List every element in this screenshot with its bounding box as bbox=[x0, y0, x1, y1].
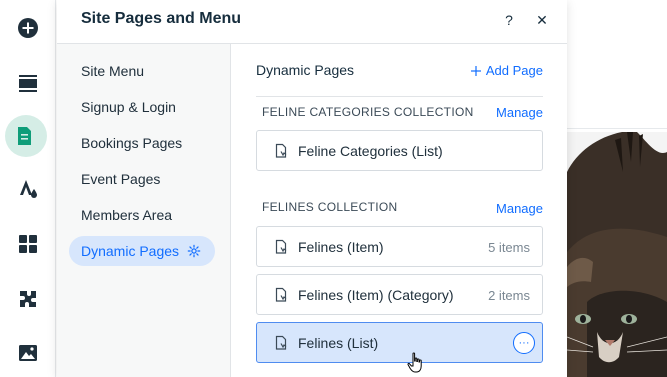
help-icon: ? bbox=[505, 12, 513, 28]
panel-title: Site Pages and Menu bbox=[81, 10, 242, 27]
dynamic-page-icon bbox=[275, 335, 287, 350]
media-icon bbox=[19, 345, 37, 361]
page-item-felines-list[interactable]: Felines (List) ··· bbox=[256, 322, 543, 363]
more-icon: ··· bbox=[518, 336, 530, 349]
item-count: 2 items bbox=[488, 288, 530, 303]
page-item-label: Felines (Item) bbox=[298, 239, 384, 255]
cat-image bbox=[567, 132, 667, 377]
page-item-label: Feline Categories (List) bbox=[298, 143, 443, 159]
section-divider bbox=[256, 96, 543, 97]
manage-button[interactable]: Manage bbox=[496, 105, 543, 120]
business-icon bbox=[20, 291, 36, 307]
cat-photo[interactable] bbox=[567, 132, 667, 377]
more-actions-button[interactable]: ··· bbox=[513, 332, 535, 354]
menus-icon bbox=[19, 75, 37, 92]
nav-item-event-pages[interactable]: Event Pages bbox=[69, 164, 172, 194]
help-button[interactable]: ? bbox=[497, 8, 521, 32]
add-elements-button[interactable] bbox=[0, 6, 56, 50]
nav-item-dynamic-pages[interactable]: Dynamic Pages bbox=[69, 236, 215, 266]
gear-icon[interactable] bbox=[187, 244, 201, 258]
page-item-felines-item-category[interactable]: Felines (Item) (Category) 2 items bbox=[256, 274, 543, 315]
nav-item-label: Signup & Login bbox=[81, 99, 176, 115]
nav-item-label: Bookings Pages bbox=[81, 135, 183, 151]
item-count: 5 items bbox=[488, 240, 530, 255]
dynamic-page-icon bbox=[275, 239, 287, 254]
close-button[interactable]: ✕ bbox=[530, 8, 554, 32]
nav-item-label: Dynamic Pages bbox=[81, 243, 180, 259]
site-canvas bbox=[567, 0, 667, 377]
nav-item-signup-login[interactable]: Signup & Login bbox=[69, 92, 188, 122]
page-item-feline-categories-list[interactable]: Feline Categories (List) bbox=[256, 130, 543, 171]
close-icon: ✕ bbox=[536, 11, 548, 28]
nav-item-site-menu[interactable]: Site Menu bbox=[69, 56, 156, 86]
nav-item-label: Site Menu bbox=[81, 63, 145, 79]
design-button[interactable] bbox=[0, 166, 56, 210]
site-pages-panel: Site Pages and Menu ? ✕ Site Menu Signup… bbox=[57, 0, 567, 377]
panel-header: Site Pages and Menu ? ✕ bbox=[57, 0, 567, 44]
panel-nav: Site Menu Signup & Login Bookings Pages … bbox=[57, 44, 231, 377]
nav-item-members-area[interactable]: Members Area bbox=[69, 200, 184, 230]
plus-icon bbox=[470, 65, 481, 76]
add-icon bbox=[18, 18, 38, 38]
page-item-label: Felines (Item) (Category) bbox=[298, 287, 454, 303]
collection-title: FELINE CATEGORIES COLLECTION bbox=[262, 105, 474, 119]
dynamic-page-icon bbox=[275, 143, 287, 158]
canvas-divider bbox=[567, 128, 667, 129]
collection-title: FELINES COLLECTION bbox=[262, 200, 398, 214]
apps-button[interactable] bbox=[0, 222, 56, 266]
add-page-label: Add Page bbox=[485, 63, 543, 78]
nav-item-label: Members Area bbox=[81, 207, 173, 223]
business-button[interactable] bbox=[0, 277, 56, 321]
page-item-felines-item[interactable]: Felines (Item) 5 items bbox=[256, 226, 543, 267]
apps-icon bbox=[19, 235, 37, 253]
section-title: Dynamic Pages bbox=[256, 62, 355, 78]
menus-button[interactable] bbox=[0, 61, 56, 105]
design-icon bbox=[20, 180, 37, 198]
media-button[interactable] bbox=[0, 331, 56, 375]
dynamic-page-icon bbox=[275, 287, 287, 302]
pages-button[interactable] bbox=[0, 114, 56, 158]
nav-item-bookings-pages[interactable]: Bookings Pages bbox=[69, 128, 194, 158]
manage-button[interactable]: Manage bbox=[496, 201, 543, 216]
nav-item-label: Event Pages bbox=[81, 171, 161, 187]
add-page-button[interactable]: Add Page bbox=[470, 63, 543, 78]
page-item-label: Felines (List) bbox=[298, 335, 379, 351]
panel-content: Dynamic Pages Add Page FELINE CATEGORIES… bbox=[232, 44, 567, 377]
pages-icon bbox=[18, 127, 31, 145]
left-toolbar bbox=[0, 0, 56, 377]
